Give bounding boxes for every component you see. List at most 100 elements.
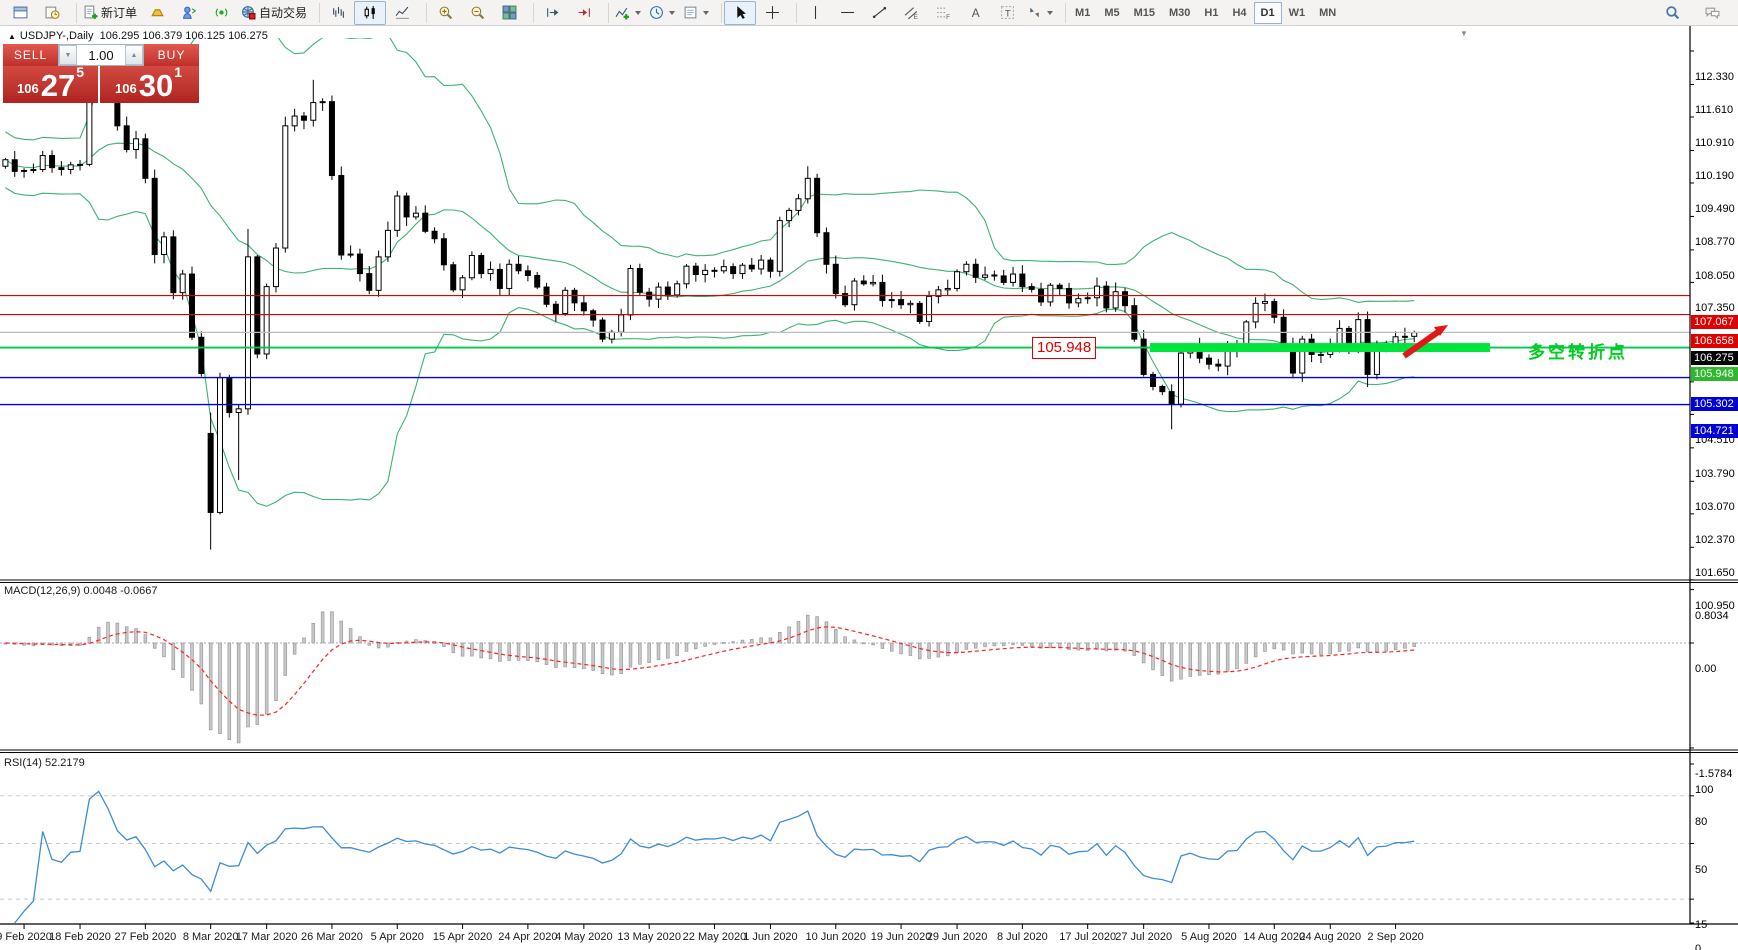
timeframe-mn-button[interactable]: MN bbox=[1312, 2, 1343, 24]
toolbar-separator bbox=[1058, 3, 1066, 23]
rsi-tick: 100 bbox=[1695, 784, 1737, 796]
rsi-label: RSI(14) 52.2179 bbox=[4, 757, 85, 769]
cn-annotation-label[interactable]: 多空转折点 bbox=[1528, 338, 1628, 363]
sell-price[interactable]: 106275 bbox=[3, 66, 100, 103]
auto-scroll-button[interactable] bbox=[536, 1, 568, 25]
macd-tick: 0.8034 bbox=[1695, 610, 1737, 622]
dropdown-caret-icon[interactable] bbox=[703, 11, 709, 15]
date-label: 8 Jul 2020 bbox=[997, 931, 1048, 943]
trendline-button[interactable] bbox=[863, 1, 895, 25]
channel-button[interactable]: E bbox=[895, 1, 927, 25]
price-tick: 108.770 bbox=[1695, 236, 1737, 248]
linechart-icon bbox=[395, 5, 410, 20]
price-tick: 110.190 bbox=[1695, 170, 1737, 182]
chart-window: ▲USDJPY-,Daily 106.295 106.379 106.125 1… bbox=[0, 26, 1738, 950]
signals-button[interactable] bbox=[205, 1, 237, 25]
oneclick-collapse-icon[interactable]: ▲ bbox=[8, 32, 16, 41]
sell-button[interactable]: SELL bbox=[3, 44, 58, 66]
date-label: 19 Jun 2020 bbox=[871, 931, 932, 943]
channel-icon: E bbox=[904, 5, 919, 20]
chat-icon[interactable] bbox=[1696, 1, 1728, 25]
dropdown-caret-icon[interactable] bbox=[1047, 11, 1053, 15]
volume-increase-button[interactable]: ▲ bbox=[125, 45, 143, 65]
chart-canvas[interactable] bbox=[0, 26, 1738, 950]
cursor-button[interactable] bbox=[724, 1, 756, 25]
textA-icon: A bbox=[968, 5, 983, 20]
date-label: 8 Mar 2020 bbox=[183, 931, 239, 943]
timeframe-m15-button[interactable]: M15 bbox=[1127, 2, 1162, 24]
macd-label: MACD(12,26,9) 0.0048 -0.0667 bbox=[4, 585, 157, 597]
search-icon[interactable] bbox=[1656, 1, 1688, 25]
price-tick: 102.370 bbox=[1695, 534, 1737, 546]
toolbar-separator bbox=[419, 3, 427, 23]
date-label: 17 Mar 2020 bbox=[236, 931, 298, 943]
crosshair-button[interactable] bbox=[756, 1, 788, 25]
candles-icon bbox=[363, 5, 378, 20]
date-label: 24 Aug 2020 bbox=[1299, 931, 1361, 943]
new-order-button[interactable]: 新订单 bbox=[79, 1, 141, 25]
candlestick-chart-button[interactable] bbox=[354, 1, 386, 25]
template-icon bbox=[683, 5, 698, 20]
price-tag-105.302: 105.302 bbox=[1691, 397, 1738, 411]
label-button[interactable]: T bbox=[991, 1, 1023, 25]
price-tick: 108.050 bbox=[1695, 270, 1737, 282]
timeframe-m30-button[interactable]: M30 bbox=[1162, 2, 1197, 24]
arrows-button[interactable] bbox=[1023, 1, 1057, 25]
templates-button[interactable] bbox=[679, 1, 713, 25]
fibonacci-button[interactable]: F bbox=[927, 1, 959, 25]
timeframe-h4-button[interactable]: H4 bbox=[1225, 2, 1253, 24]
trendline-icon bbox=[872, 5, 887, 20]
date-label: 27 Feb 2020 bbox=[114, 931, 176, 943]
timeframe-h1-button[interactable]: H1 bbox=[1197, 2, 1225, 24]
price-tag-105.948: 105.948 bbox=[1691, 367, 1738, 381]
bar-chart-button[interactable] bbox=[322, 1, 354, 25]
date-label: 10 Jun 2020 bbox=[805, 931, 866, 943]
profile-button[interactable] bbox=[36, 1, 68, 25]
chart-shift-marker[interactable]: ▼ bbox=[1460, 29, 1468, 38]
svg-text:F: F bbox=[946, 14, 950, 20]
vertical-line-button[interactable] bbox=[799, 1, 831, 25]
profile-icon bbox=[45, 5, 60, 20]
charts-window-button[interactable] bbox=[4, 1, 36, 25]
cursor-icon bbox=[733, 5, 748, 20]
tile-windows-button[interactable] bbox=[493, 1, 525, 25]
data-window-button[interactable] bbox=[173, 1, 205, 25]
hline-icon bbox=[840, 5, 855, 20]
neworder-icon bbox=[83, 5, 98, 20]
horizontal-line-button[interactable] bbox=[831, 1, 863, 25]
text-button[interactable]: A bbox=[959, 1, 991, 25]
zoom-in-button[interactable] bbox=[429, 1, 461, 25]
market-watch-button[interactable] bbox=[141, 1, 173, 25]
timeframe-d1-button[interactable]: D1 bbox=[1254, 2, 1282, 24]
date-label: 29 Jun 2020 bbox=[927, 931, 988, 943]
autotrading-button[interactable]: 自动交易 bbox=[237, 1, 311, 25]
volume-input[interactable] bbox=[77, 45, 125, 65]
bars-icon bbox=[331, 5, 346, 20]
buy-price[interactable]: 106301 bbox=[100, 66, 197, 103]
toolbar-separator bbox=[69, 3, 77, 23]
price-tick: 103.070 bbox=[1695, 501, 1737, 513]
window-icon bbox=[13, 5, 28, 20]
svg-text:A: A bbox=[971, 7, 979, 20]
price-tag-106.658: 106.658 bbox=[1691, 334, 1738, 348]
periods-button[interactable] bbox=[645, 1, 679, 25]
toolbar-separator bbox=[601, 3, 609, 23]
timeframe-m5-button[interactable]: M5 bbox=[1097, 2, 1126, 24]
zoom-out-button[interactable] bbox=[461, 1, 493, 25]
line-chart-button[interactable] bbox=[386, 1, 418, 25]
volume-stepper: ▼ ▲ bbox=[58, 44, 144, 66]
chart-shift-button[interactable] bbox=[568, 1, 600, 25]
dropdown-caret-icon[interactable] bbox=[635, 11, 641, 15]
indicators-button[interactable] bbox=[611, 1, 645, 25]
price-tag-107.067: 107.067 bbox=[1691, 315, 1738, 329]
price-flag-105948[interactable]: 105.948 bbox=[1032, 337, 1096, 359]
timeframe-w1-button[interactable]: W1 bbox=[1282, 2, 1313, 24]
volume-decrease-button[interactable]: ▼ bbox=[59, 45, 77, 65]
dropdown-caret-icon[interactable] bbox=[669, 11, 675, 15]
price-tick: 103.790 bbox=[1695, 468, 1737, 480]
date-label: 22 May 2020 bbox=[683, 931, 747, 943]
buy-button[interactable]: BUY bbox=[144, 44, 199, 66]
svg-text:T: T bbox=[1004, 8, 1010, 19]
timeframe-m1-button[interactable]: M1 bbox=[1068, 2, 1097, 24]
price-tick: 111.610 bbox=[1695, 104, 1737, 116]
